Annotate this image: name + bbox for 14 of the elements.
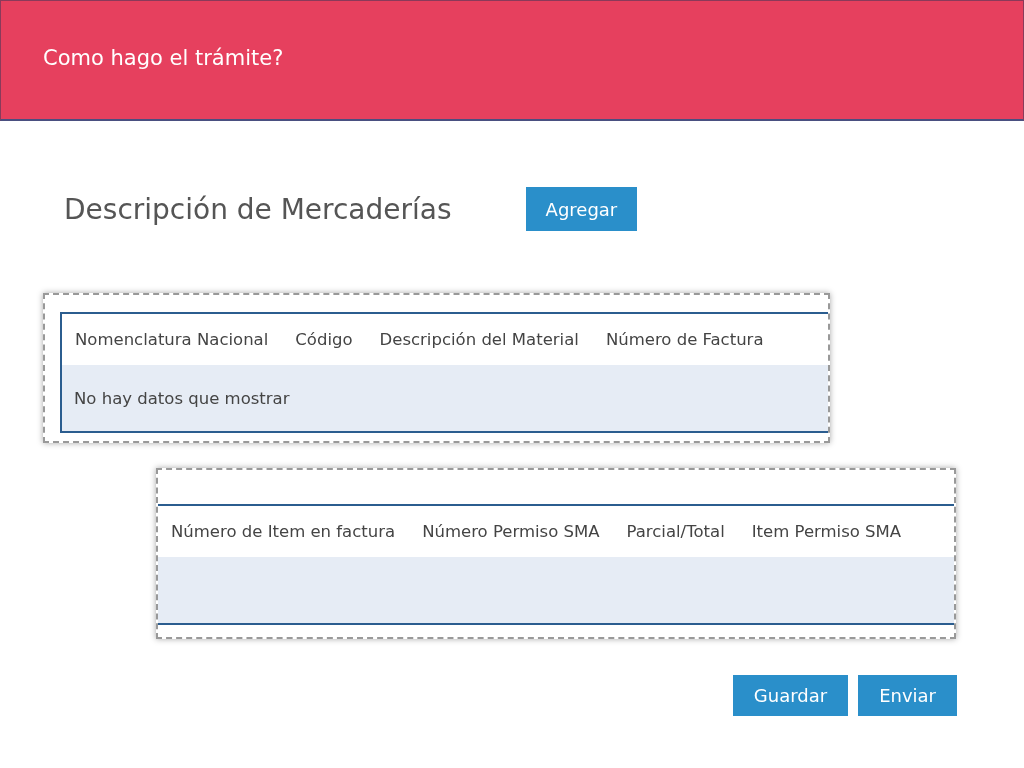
column-header: Número Permiso SMA: [422, 522, 600, 541]
send-button[interactable]: Enviar: [858, 675, 957, 716]
column-header: Nomenclatura Nacional: [75, 330, 269, 349]
slide-title: Como hago el trámite?: [43, 46, 284, 70]
column-header: Item Permiso SMA: [751, 522, 902, 541]
column-header: Descripción del Material: [379, 330, 579, 349]
column-header: Parcial/Total: [626, 522, 725, 541]
column-header: Número de Factura: [605, 330, 764, 349]
column-header: Número de Item en factura: [171, 522, 396, 541]
empty-message: No hay datos que mostrar: [74, 388, 290, 408]
column-header: Código: [295, 330, 353, 349]
add-button[interactable]: Agregar: [525, 187, 638, 231]
save-button[interactable]: Guardar: [732, 675, 849, 716]
section-title: Descripción de Mercaderías: [64, 192, 452, 226]
